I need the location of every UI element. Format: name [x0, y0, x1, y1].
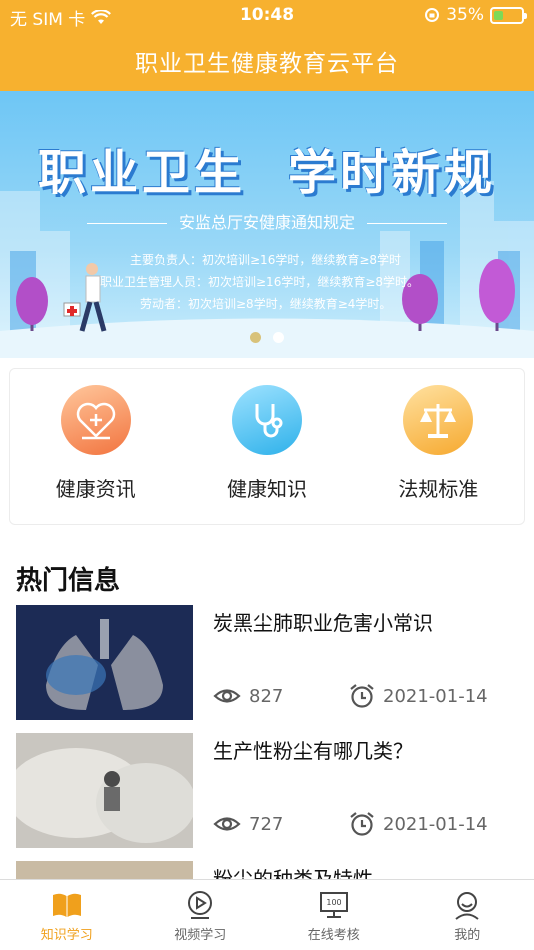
battery-percent: 35%	[446, 5, 484, 25]
category-card: 健康资讯 健康知识 法规标准	[9, 368, 525, 525]
heart-plus-icon	[60, 385, 131, 455]
banner-rules: 主要负责人：初次培训≥16学时，继续教育≥8学时 职业卫生管理人员：初次培训≥1…	[100, 249, 419, 315]
view-count-value: 827	[249, 685, 284, 707]
alarm-clock-icon	[350, 684, 374, 708]
rotation-lock-icon	[425, 8, 440, 22]
news-thumbnail	[16, 733, 193, 848]
play-video-icon	[188, 891, 213, 919]
category-health-news[interactable]: 健康资讯	[16, 369, 176, 524]
page-title: 职业卫生健康教育云平台	[135, 51, 399, 77]
battery-icon	[490, 6, 527, 24]
stethoscope-icon	[231, 385, 302, 455]
banner-rule-line: 职业卫生管理人员：初次培训≥16学时，继续教育≥8学时。	[100, 275, 420, 289]
view-count: 727	[213, 814, 349, 835]
eye-icon	[213, 817, 241, 831]
news-item[interactable]: 生产性粉尘有哪几类？ 727 2021-01-14	[16, 733, 520, 848]
carousel-indicator	[0, 332, 534, 343]
news-title: 生产性粉尘有哪几类？	[213, 739, 413, 763]
carousel-dot[interactable]	[273, 332, 284, 343]
publish-date-value: 2021-01-14	[383, 813, 488, 835]
tab-video-learning[interactable]: 视频学习	[134, 880, 268, 950]
tab-label: 知识学习	[40, 928, 93, 943]
view-count-value: 727	[249, 813, 284, 835]
publish-date: 2021-01-14	[349, 811, 488, 837]
carousel-dot[interactable]	[250, 332, 261, 343]
news-item[interactable]: 炭黑尘肺职业危害小常识 827 2021-01-14	[16, 605, 520, 720]
tab-label: 视频学习	[174, 928, 227, 943]
eye-icon	[213, 689, 241, 703]
banner-headline-left: 职业卫生	[37, 145, 246, 201]
app-header: 无 SIM 卡 10:48 35% 职业卫生健康教育云平台	[0, 0, 534, 91]
view-count: 827	[213, 686, 349, 707]
news-meta: 827 2021-01-14	[213, 683, 488, 709]
tab-label: 我的	[454, 928, 481, 943]
tab-mine[interactable]: 我的	[401, 880, 534, 950]
category-label: 法规标准	[398, 477, 479, 501]
publish-date-value: 2021-01-14	[383, 685, 488, 707]
category-health-knowledge[interactable]: 健康知识	[187, 369, 347, 524]
exam-monitor-icon: 100	[319, 892, 348, 918]
section-title: 热门信息	[16, 566, 121, 596]
status-right: 35%	[424, 5, 527, 25]
tab-knowledge-learning[interactable]: 知识学习	[0, 880, 134, 950]
status-bar: 无 SIM 卡 10:48 35%	[0, 0, 534, 30]
bottom-tab-bar: 知识学习 视频学习 100 在线考核 我的	[0, 879, 534, 950]
banner-subtitle: 安监总厅安健康通知规定	[0, 209, 534, 233]
tab-online-exam[interactable]: 100 在线考核	[267, 880, 401, 950]
banner-rule-line: 劳动者：初次培训≥8学时，继续教育≥4学时。	[140, 297, 392, 311]
category-label: 健康资讯	[55, 477, 136, 501]
banner-rule-line: 主要负责人：初次培训≥16学时，继续教育≥8学时	[130, 253, 402, 267]
news-thumbnail	[16, 605, 193, 720]
news-meta: 727 2021-01-14	[213, 811, 488, 837]
banner-headline-right: 学时新规	[288, 145, 497, 201]
user-icon	[455, 892, 479, 920]
tab-label: 在线考核	[307, 928, 360, 943]
scales-icon	[403, 385, 474, 455]
svg-text:100: 100	[326, 898, 341, 907]
banner-headline: 职业卫生 学时新规	[0, 133, 534, 203]
category-regulations[interactable]: 法规标准	[358, 369, 518, 524]
book-icon	[52, 893, 81, 917]
category-label: 健康知识	[226, 477, 307, 501]
news-title: 炭黑尘肺职业危害小常识	[213, 611, 433, 635]
publish-date: 2021-01-14	[349, 683, 488, 709]
banner-carousel[interactable]: 职业卫生 学时新规 安监总厅安健康通知规定 主要负责人：初次培训≥16学时，继续…	[0, 91, 534, 358]
alarm-clock-icon	[350, 812, 374, 836]
